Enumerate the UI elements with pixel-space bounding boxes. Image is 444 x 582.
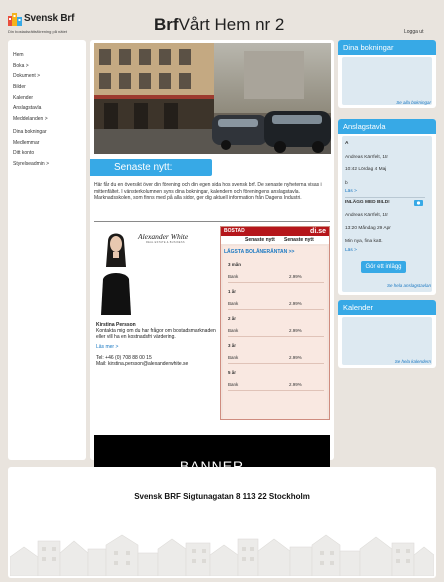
rate-value: 2.99% — [289, 328, 302, 333]
sidebar-item-ditt-konto[interactable]: Ditt konto — [13, 150, 49, 161]
logo-brand-text: Svensk Brf — [24, 13, 75, 24]
rate-row: Bank 2.99% — [228, 274, 324, 283]
sidebar-item-medlemmar[interactable]: Medlemmar — [13, 140, 49, 151]
logo-tagline: Din bostadsrättsförening på nätet — [8, 29, 67, 34]
sidebar-item-kalender[interactable]: Kalender — [13, 95, 49, 106]
rates-news-link-right[interactable]: Senaste nytt — [284, 236, 314, 244]
di-logo[interactable]: di.se — [310, 227, 326, 236]
post-divider — [345, 197, 425, 198]
agent-email[interactable]: Mail: kirstina.persson@alexanderwhite.se — [96, 361, 218, 367]
rate-row: Bank 2.99% — [228, 328, 324, 337]
sidebar-item-hem[interactable]: Hem — [13, 52, 49, 63]
agent-read-more-link[interactable]: Läs mer > — [96, 344, 218, 350]
sidebar: Hem Boka > Dokument > Bilder Kalender An… — [8, 40, 86, 460]
rate-value: 2.99% — [289, 274, 302, 279]
page-title: BrfVårt Hem nr 2 — [154, 15, 284, 35]
rate-bank: Bank — [228, 328, 239, 333]
bookings-see-all-link[interactable]: Se alla bokningar — [396, 100, 431, 105]
calendar-box: Kalender Se hela kalendern — [338, 300, 436, 368]
calendar-see-all-link[interactable]: Se hela kalendern — [395, 359, 431, 364]
footer: Svensk BRF Sigtunagatan 8 113 22 Stockho… — [8, 467, 436, 578]
sidebar-item-meddelanden[interactable]: Meddelanden > — [13, 116, 49, 127]
news-divider — [94, 221, 330, 222]
rates-title-link[interactable]: LÄGSTA BOLÅNERÄNTAN >> — [224, 249, 294, 255]
agent-company-subtitle: REAL ESTATE & BUSINESS — [146, 241, 185, 244]
rate-term: 1 år — [228, 289, 237, 294]
post-title: INLÄGG MED BILD! — [345, 200, 390, 205]
notice-board-title: Anslagstavla — [338, 119, 436, 134]
post-author: Andreas Kärrfelt, 1tr — [345, 155, 388, 160]
agent-contact: Kirstina Persson Kontakta mig om du har … — [96, 322, 218, 368]
rate-row: Bank 2.99% — [228, 382, 324, 391]
camera-icon — [414, 200, 423, 206]
agent-company-logo: Alexander White — [138, 232, 189, 241]
calendar-body — [342, 317, 432, 365]
post-read-more-link[interactable]: Läs > — [345, 248, 357, 253]
main-content: Senaste nytt: Här får du en översikt öve… — [90, 40, 334, 498]
notice-board-see-all-link[interactable]: Se hela anslagstavlan — [387, 283, 431, 288]
agent-description: Kontakta mig om du har frågor om bostads… — [96, 328, 216, 341]
rate-row: Bank 2.99% — [228, 301, 324, 310]
rate-row: Bank 2.99% — [228, 355, 324, 364]
rate-bank: Bank — [228, 301, 239, 306]
logo-houses-icon — [8, 13, 22, 26]
page-title-rest: Vårt Hem nr 2 — [178, 15, 285, 34]
rate-bank: Bank — [228, 274, 239, 279]
sidebar-item-bilder[interactable]: Bilder — [13, 84, 49, 95]
rate-term: 3 mån — [228, 262, 242, 267]
rate-value: 2.99% — [289, 301, 302, 306]
bookings-box: Dina bokningar Se alla bokningar — [338, 40, 436, 108]
sidebar-item-anslagstavla[interactable]: Anslagstavla — [13, 105, 49, 116]
rate-value: 2.99% — [289, 355, 302, 360]
rate-value: 2.99% — [289, 382, 302, 387]
post-time: 10:42 Lördag 4 Maj — [345, 167, 387, 172]
page-title-bold: Brf — [154, 15, 179, 34]
footer-address: Svensk BRF Sigtunagatan 8 113 22 Stockho… — [134, 492, 310, 501]
bookings-body — [342, 57, 432, 105]
rate-term: 5 år — [228, 370, 237, 375]
house-skyline-illustration — [10, 534, 434, 576]
sidebar-item-boka[interactable]: Boka > — [13, 63, 49, 74]
post-letter: A — [345, 141, 349, 146]
rate-term: 3 år — [228, 343, 237, 348]
rate-term: 2 år — [228, 316, 237, 321]
calendar-title: Kalender — [338, 300, 436, 315]
intro-text: Här får du en översikt över din förening… — [94, 182, 322, 202]
hero-street-photo — [94, 43, 331, 154]
post-author: Andreas Kärrfelt, 1tr — [345, 213, 388, 218]
bookings-title: Dina bokningar — [338, 40, 436, 55]
rates-section-label: BOSTAD — [224, 228, 245, 234]
sidebar-item-dokument[interactable]: Dokument > — [13, 73, 49, 84]
rates-header: BOSTAD di.se — [221, 227, 329, 236]
site-logo[interactable]: Svensk Brf Din bostadsrättsförening på n… — [8, 8, 88, 36]
post-time: 13:20 Måndag 29 Apr — [345, 226, 391, 231]
mortgage-rates-widget: BOSTAD di.se Senaste nytt Senaste nytt L… — [220, 226, 330, 420]
rates-news-link-left[interactable]: Senaste nytt — [245, 236, 275, 244]
notice-board-box: Anslagstavla A Andreas Kärrfelt, 1tr 10:… — [338, 119, 436, 295]
post-text: Min nya, fina katt. — [345, 239, 383, 244]
sidebar-item-dina-bokningar[interactable]: Dina bokningar — [13, 129, 49, 140]
news-heading: Senaste nytt: — [90, 159, 212, 176]
rates-table: LÄGSTA BOLÅNERÄNTAN >> 3 mån Bank 2.99% 1… — [223, 246, 327, 419]
create-post-button[interactable]: Gör ett inlägg — [361, 261, 406, 273]
rates-subheader: Senaste nytt Senaste nytt — [221, 236, 329, 244]
post-read-more-link[interactable]: Läs > — [345, 189, 357, 194]
logout-link[interactable]: Logga ut — [404, 29, 423, 35]
agent-photo — [96, 227, 136, 315]
sidebar-item-styrelseadmin[interactable]: Styrelseadmin > — [13, 161, 49, 172]
rate-bank: Bank — [228, 355, 239, 360]
rate-bank: Bank — [228, 382, 239, 387]
sidebar-nav: Hem Boka > Dokument > Bilder Kalender An… — [13, 52, 49, 172]
post-text: b — [345, 181, 348, 186]
